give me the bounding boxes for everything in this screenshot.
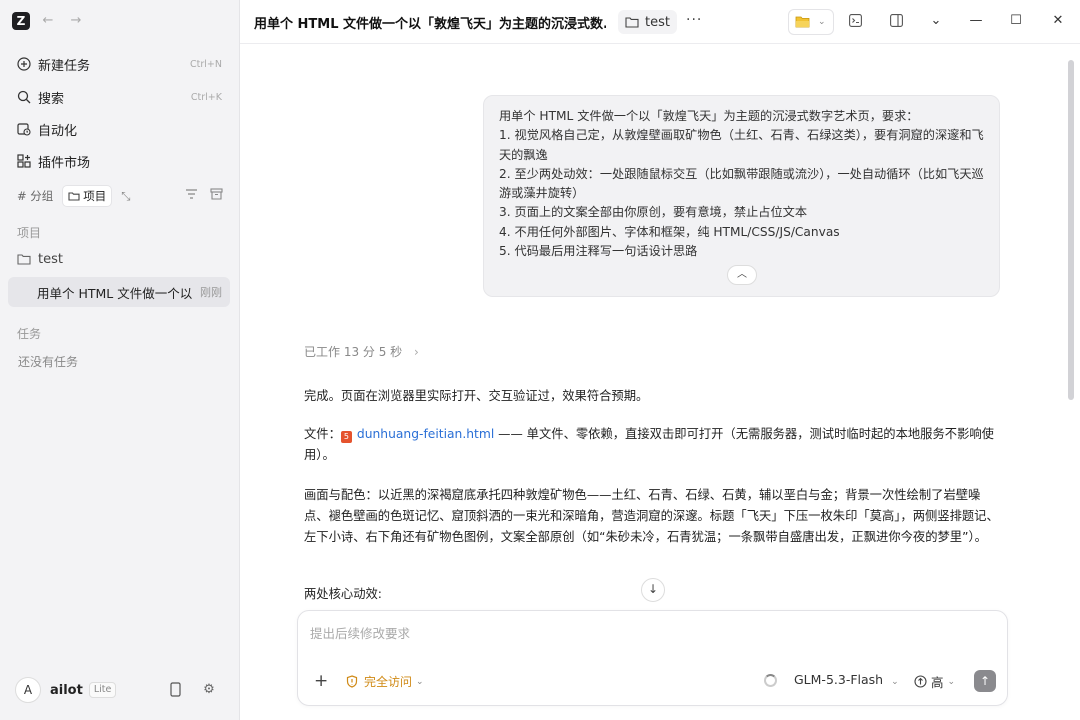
split-panel-icon[interactable] [888,14,904,30]
effort-selector[interactable]: 高 ⌄ [914,672,955,691]
maximize-icon[interactable]: ☐ [1007,12,1025,30]
chevron-down-icon: ⌄ [818,17,826,27]
new-task-label: 新建任务 [38,58,91,74]
message-composer: 提出后续修改要求 + 完全访问 ⌄ GLM-5.3-Flash ⌄ 高 ⌄ ↑ [297,610,1008,706]
shield-icon [346,675,358,688]
terminal-icon[interactable] [847,14,863,30]
model-name: GLM-5.3-Flash [794,672,884,687]
tasks-section-label: 任务 [17,327,42,341]
user-message-line: 2. 至少两处动效：一处跟随鼠标交互（比如飘带跟随或流沙），一处自动循环（比如飞… [499,166,984,201]
loading-spinner-icon [764,674,777,687]
empty-tasks-text: 还没有任务 [18,355,79,369]
folder-icon [625,17,639,28]
folder-chip-label: test [645,14,670,30]
filter-icon[interactable] [183,188,199,204]
task-time: 刚刚 [200,286,222,299]
user-message-line: 5. 代码最后用注释写一句话设计思路 [499,244,698,259]
collapse-message-button[interactable]: ︿ [727,265,757,285]
clock-calendar-icon [16,121,32,137]
scrollbar[interactable] [1068,60,1074,400]
new-task-shortcut: Ctrl+N [190,58,222,70]
archive-icon[interactable] [208,188,224,204]
app-logo: Z [12,12,30,30]
reasoning-icon [914,675,927,688]
task-item-active[interactable]: 用单个 HTML 文件做一个以 刚刚 [8,277,230,307]
search-icon [16,89,32,105]
user-message-line: 用单个 HTML 文件做一个以「敦煌飞天」为主题的沉浸式数字艺术页，要求： [499,109,919,123]
open-in-explorer-button[interactable]: ⌄ [788,9,834,35]
access-mode-selector[interactable]: 完全访问 ⌄ [346,673,424,690]
user-profile[interactable]: A ailot Lite [15,677,117,703]
project-name: test [38,251,63,267]
project-filter[interactable]: 项目 [62,185,113,207]
search-label: 搜索 [38,91,65,107]
search-button[interactable]: 搜索 Ctrl+K [8,82,232,112]
automation-button[interactable]: 自动化 [8,114,232,144]
collapse-arrows-icon[interactable]: ⤡ [116,185,135,207]
sidebar: Z ← → 新建任务 Ctrl+N 搜索 Ctrl+K 自动化 插件市场 # 分… [0,0,240,720]
model-selector[interactable]: GLM-5.3-Flash ⌄ [794,672,899,687]
palette-paragraph: 画面与配色：以近黑的深褐窟底承托四种敦煌矿物色——土红、石青、石绿、石黄，辅以垩… [304,488,999,544]
close-icon[interactable]: ✕ [1049,12,1067,30]
settings-gear-icon[interactable]: ⚙ [201,682,217,698]
more-options-icon[interactable]: ··· [686,12,702,28]
folder-icon [17,254,31,265]
composer-input[interactable]: 提出后续修改要求 [310,623,410,642]
chevron-down-icon: ⌄ [891,677,899,687]
user-message-line: 3. 页面上的文案全部由你原创，要有意境，禁止占位文本 [499,205,808,220]
automation-label: 自动化 [38,123,78,139]
avatar: A [15,677,41,703]
plugin-market-label: 插件市场 [38,155,91,171]
phone-icon[interactable] [167,682,183,698]
group-filter[interactable]: # 分组 [12,185,58,207]
conversation-title: 用单个 HTML 文件做一个以「敦煌飞天」为主题的沉浸式数... [254,17,606,32]
user-name: ailot [50,682,83,698]
file-label: 文件： [304,427,341,441]
reply-done-text: 完成。页面在浏览器里实际打开、交互验证过，效果符合预期。 [304,389,649,403]
header-bar: 用单个 HTML 文件做一个以「敦煌飞天」为主题的沉浸式数... test ··… [240,0,1080,44]
send-button[interactable]: ↑ [974,670,996,692]
user-message-line: 4. 不用任何外部图片、字体和框架，纯 HTML/CSS/JS/Canvas [499,224,840,239]
folder-chip[interactable]: test [618,10,677,34]
task-title: 用单个 HTML 文件做一个以 [37,285,193,301]
effort-level: 高 [931,675,944,690]
forward-arrow-icon[interactable]: → [68,12,84,30]
chevron-down-icon[interactable]: ⌄ [927,12,945,30]
sidebar-filters: # 分组 项目 ⤡ [12,184,136,208]
work-duration-text: 已工作 13 分 5 秒 [304,345,403,359]
file-link[interactable]: dunhuang-feitian.html [357,427,494,441]
grid-plus-icon [16,153,32,169]
reply-file-paragraph: 文件： 5 dunhuang-feitian.html —— 单文件、零依赖，直接双… [304,424,1000,466]
new-task-button[interactable]: 新建任务 Ctrl+N [8,49,232,79]
add-attachment-icon[interactable]: + [314,671,328,691]
user-message-line: 1. 视觉风格自己定，从敦煌壁画取矿物色（土红、石青、石绿这类），要有洞窟的深邃… [499,128,984,162]
project-filter-label: 项目 [83,189,107,203]
folder-icon [68,192,80,201]
work-duration[interactable]: 已工作 13 分 5 秒 › [304,343,419,360]
plan-badge: Lite [88,682,117,698]
html-file-icon: 5 [340,431,352,443]
search-shortcut: Ctrl+K [190,91,222,103]
access-mode-label: 完全访问 [364,675,413,689]
explorer-folder-icon [795,16,810,28]
projects-section-label: 项目 [17,226,42,240]
scroll-to-bottom-button[interactable]: ↓ [641,578,665,602]
chevron-down-icon: ⌄ [947,676,956,687]
chevron-right-icon: › [414,345,419,359]
plus-circle-icon [16,56,32,72]
plugin-market-button[interactable]: 插件市场 [8,146,232,176]
chevron-down-icon: ⌄ [416,676,424,687]
project-item-test[interactable]: test [8,245,232,273]
minimize-icon[interactable]: — [967,12,985,30]
back-arrow-icon[interactable]: ← [40,12,56,30]
